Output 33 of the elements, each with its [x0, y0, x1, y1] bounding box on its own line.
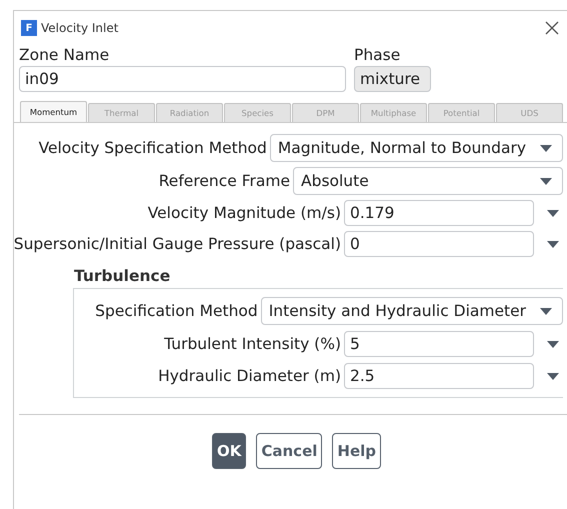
zone-name-field[interactable]: in09 [19, 66, 346, 92]
caret-icon[interactable] [547, 240, 559, 248]
number-field[interactable]: 5 [344, 331, 534, 357]
dropdown[interactable]: Intensity and Hydraulic Diameter [260, 297, 563, 325]
tab[interactable]: Momentum [20, 101, 87, 122]
window-title: Velocity Inlet [41, 21, 120, 35]
field-label: Reference Frame [158, 172, 290, 190]
dropdown[interactable]: Magnitude, Normal to Boundary [270, 134, 563, 162]
caret-icon [540, 178, 552, 184]
field-label: Velocity Magnitude (m/s) [148, 204, 341, 222]
dialog-button[interactable]: OK [212, 433, 246, 469]
dropdown[interactable]: Absolute [293, 167, 563, 195]
caret-icon [540, 308, 552, 314]
field-label: Supersonic/Initial Gauge Pressure (pascal) [14, 235, 341, 253]
caret-icon[interactable] [547, 340, 559, 348]
number-field[interactable]: 2.5 [344, 363, 534, 389]
phase-label: Phase [354, 45, 402, 66]
dialog-button[interactable]: Cancel [256, 433, 322, 469]
field-label: Turbulent Intensity (%) [164, 335, 341, 353]
field-label: Specification Method [95, 302, 258, 320]
dialog-button[interactable]: Help [332, 433, 381, 469]
number-field[interactable]: 0.179 [344, 200, 534, 226]
number-field[interactable]: 0 [344, 231, 534, 257]
field-label: Hydraulic Diameter (m) [158, 367, 341, 385]
caret-icon[interactable] [547, 210, 559, 216]
caret-icon [540, 144, 552, 152]
phase-field[interactable]: mixture [354, 66, 431, 92]
turbulence-heading: Turbulence [73, 266, 172, 287]
field-label: Velocity Specification Method [38, 139, 267, 157]
caret-icon[interactable] [547, 372, 559, 380]
close-icon[interactable] [545, 21, 559, 35]
app-icon: F [21, 20, 37, 36]
zone-name-label: Zone Name [19, 45, 110, 66]
